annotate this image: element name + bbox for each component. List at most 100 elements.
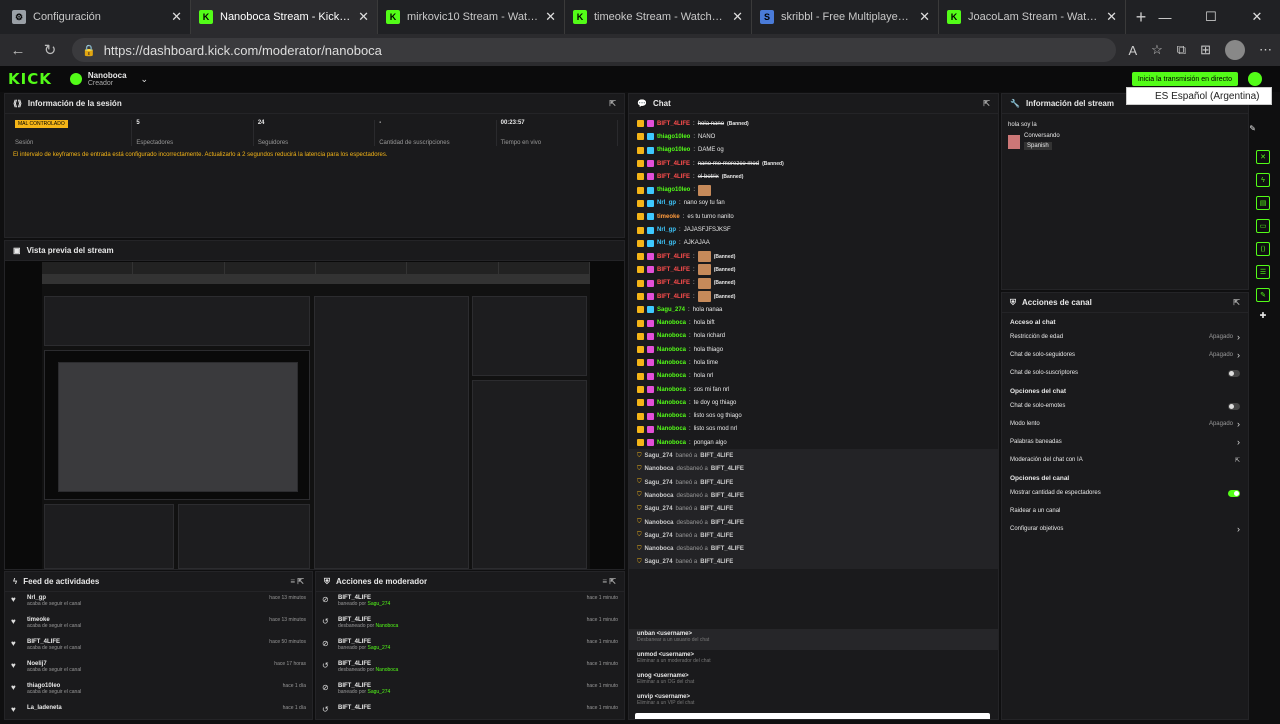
go-live-button[interactable]: Inicia la transmisión en directo <box>1131 72 1238 86</box>
event-target[interactable]: BIFT_4LIFE <box>711 493 744 499</box>
chat-username[interactable]: Nrl_gp <box>657 227 676 233</box>
event-actor[interactable]: Sagu_274 <box>645 533 673 539</box>
setting-row[interactable]: Configurar objetivos › <box>1002 520 1248 538</box>
command-suggestion[interactable]: unvip <username> Eliminar a un VIP del ch… <box>629 692 998 713</box>
command-suggestion[interactable]: unban <username> Desbanear a un usuario d… <box>629 629 998 650</box>
close-box-icon[interactable]: ✕ <box>1256 150 1270 164</box>
feed-user[interactable]: La_Iadeneta <box>27 705 62 711</box>
setting-control[interactable] <box>1228 369 1240 377</box>
event-actor[interactable]: Sagu_274 <box>645 559 673 565</box>
chat-username[interactable]: Nanoboca <box>657 400 686 406</box>
toggle-switch[interactable] <box>1228 369 1240 377</box>
command-suggestion[interactable]: unmod <username> Eliminar a un moderador … <box>629 650 998 671</box>
event-target[interactable]: BIFT_4LIFE <box>711 520 744 526</box>
extensions-icon[interactable]: ⧉ <box>1177 42 1186 58</box>
chat-username[interactable]: BIFT_4LIFE <box>657 121 690 127</box>
collections-icon[interactable]: ⊞ <box>1200 42 1211 58</box>
popout-icon[interactable]: ⇱ <box>983 99 990 108</box>
mod-action-by[interactable]: Sagu_274 <box>367 689 390 695</box>
setting-row[interactable]: Moderación del chat con IA ⇱ <box>1002 451 1248 469</box>
expand-icon[interactable]: ⇱ <box>609 99 616 108</box>
favorite-star-icon[interactable]: ☆ <box>1151 42 1163 58</box>
channel-switcher[interactable]: Nanoboca Creador ⌄ <box>69 71 148 87</box>
event-target[interactable]: BIFT_4LIFE <box>700 506 733 512</box>
wrench-icon[interactable]: ✎ <box>1256 288 1270 302</box>
close-window-icon[interactable]: ✕ <box>1234 0 1280 34</box>
chat-username[interactable]: Nanoboca <box>657 373 686 379</box>
chat-username[interactable]: Nanoboca <box>657 360 686 366</box>
add-widget-icon[interactable]: ✚ <box>1252 311 1274 320</box>
setting-row[interactable]: Chat de solo-emotes <box>1002 397 1248 415</box>
event-target[interactable]: BIFT_4LIFE <box>700 480 733 486</box>
chat-username[interactable]: Nanoboca <box>657 413 686 419</box>
filter-icon[interactable]: ≡ ⇱ <box>602 577 616 586</box>
browser-tab[interactable]: K Nanoboca Stream - Kick Dashboard ✕ <box>191 0 378 34</box>
event-actor[interactable]: Sagu_274 <box>645 506 673 512</box>
chat-username[interactable]: thiago10leo <box>657 187 690 193</box>
chat-username[interactable]: Nanoboca <box>657 387 686 393</box>
chat-username[interactable]: Sagu_274 <box>657 307 685 313</box>
chat-username[interactable]: BIFT_4LIFE <box>657 280 690 286</box>
close-tab-icon[interactable]: ✕ <box>171 9 182 25</box>
reload-icon[interactable]: ↻ <box>40 41 60 59</box>
doc-icon[interactable]: ▤ <box>1256 196 1270 210</box>
user-avatar[interactable] <box>1248 72 1262 86</box>
chat-username[interactable]: BIFT_4LIFE <box>657 254 690 260</box>
chat-input[interactable] <box>635 713 990 719</box>
chat-username[interactable]: Nanoboca <box>657 320 686 326</box>
toggle-switch[interactable] <box>1228 402 1240 410</box>
edit-pencil-icon[interactable]: ✎ <box>1249 124 1256 133</box>
chat-username[interactable]: BIFT_4LIFE <box>657 161 690 167</box>
filter-icon[interactable]: ≡ ⇱ <box>290 577 304 586</box>
event-actor[interactable]: Nanoboca <box>645 493 674 499</box>
code-icon[interactable]: ⟨⟩ <box>1256 242 1270 256</box>
kick-logo[interactable]: KICK <box>8 70 52 88</box>
setting-row[interactable]: Palabras baneadas › <box>1002 433 1248 451</box>
back-icon[interactable]: ← <box>8 42 28 59</box>
chat-username[interactable]: Nanoboca <box>657 426 686 432</box>
setting-control[interactable]: › <box>1237 524 1240 534</box>
mod-action-by[interactable]: Nanoboca <box>376 667 399 673</box>
setting-control[interactable]: › <box>1237 437 1240 447</box>
command-suggestion[interactable]: unog <username> Eliminar a un OG del chat <box>629 671 998 692</box>
close-tab-icon[interactable]: ✕ <box>732 9 743 25</box>
setting-row[interactable]: Modo lento Apagado › <box>1002 415 1248 433</box>
chat-username[interactable]: Nanoboca <box>657 333 686 339</box>
mod-action-by[interactable]: Sagu_274 <box>367 601 390 607</box>
chat-username[interactable]: BIFT_4LIFE <box>657 294 690 300</box>
more-menu-icon[interactable]: ⋯ <box>1259 42 1272 58</box>
event-actor[interactable]: Nanoboca <box>645 546 674 552</box>
maximize-icon[interactable]: ☐ <box>1188 0 1234 34</box>
read-aloud-icon[interactable]: A <box>1128 43 1137 58</box>
event-target[interactable]: BIFT_4LIFE <box>700 533 733 539</box>
setting-row[interactable]: Raidear a un canal <box>1002 502 1248 520</box>
event-target[interactable]: BIFT_4LIFE <box>711 466 744 472</box>
browser-tab[interactable]: Sskribbl - Free Multiplayer Drawing ✕ <box>752 0 939 34</box>
setting-control[interactable]: ⇱ <box>1235 457 1240 464</box>
bolt-icon[interactable]: ϟ <box>1256 173 1270 187</box>
setting-control[interactable]: Apagado › <box>1209 332 1240 342</box>
close-tab-icon[interactable]: ✕ <box>358 9 369 25</box>
chat-username[interactable]: Nanoboca <box>657 347 686 353</box>
event-actor[interactable]: Sagu_274 <box>645 453 673 459</box>
setting-row[interactable]: Restricción de edad Apagado › <box>1002 328 1248 346</box>
chat-username[interactable]: thiago10leo <box>657 134 690 140</box>
chat-username[interactable]: BIFT_4LIFE <box>657 267 690 273</box>
toggle-switch[interactable] <box>1228 489 1240 497</box>
event-actor[interactable]: Nanoboca <box>645 520 674 526</box>
chat-username[interactable]: thiago10leo <box>657 147 690 153</box>
event-actor[interactable]: Nanoboca <box>645 466 674 472</box>
setting-control[interactable]: Apagado › <box>1209 419 1240 429</box>
chat-username[interactable]: BIFT_4LIFE <box>657 174 690 180</box>
mod-action-target[interactable]: BIFT_4LIFE <box>338 705 371 711</box>
setting-row[interactable]: Chat de solo-suscriptores <box>1002 364 1248 382</box>
setting-control[interactable]: Apagado › <box>1209 350 1240 360</box>
expand-icon[interactable]: ⇱ <box>1233 298 1240 307</box>
setting-control[interactable] <box>1228 402 1240 410</box>
list-icon[interactable]: ☰ <box>1256 265 1270 279</box>
close-tab-icon[interactable]: ✕ <box>1106 9 1117 25</box>
minimize-icon[interactable]: — <box>1142 0 1188 34</box>
setting-row[interactable]: Mostrar cantidad de espectadores <box>1002 484 1248 502</box>
browser-tab[interactable]: Kmirkovic10 Stream - Watch Live ✕ <box>378 0 565 34</box>
chat-username[interactable]: Nrl_gp <box>657 200 676 206</box>
